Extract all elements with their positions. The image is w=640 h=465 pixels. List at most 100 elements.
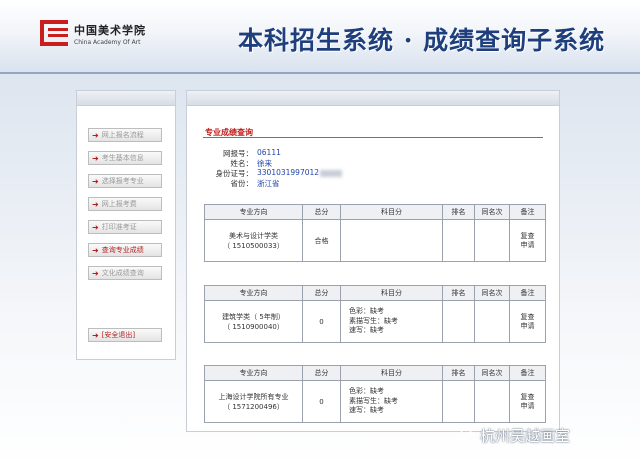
col-header-subjects: 科目分 bbox=[340, 204, 443, 220]
major-cell: 美术与设计学类 （ 1510500033） bbox=[204, 219, 303, 262]
subject-item: 色彩：缺考 bbox=[349, 307, 384, 316]
col-header-same-rank: 同名次 bbox=[474, 365, 510, 381]
col-header-total: 总分 bbox=[302, 365, 341, 381]
same-rank-cell bbox=[474, 300, 510, 343]
sidebar-item-print-admission[interactable]: ➜ 打印准考证 bbox=[88, 220, 162, 234]
col-header-rank: 排名 bbox=[442, 204, 475, 220]
same-rank-cell bbox=[474, 219, 510, 262]
sidebar-item-choose-major[interactable]: ➜ 选择报考专业 bbox=[88, 174, 162, 188]
wechat-icon bbox=[460, 429, 476, 442]
recheck-text: 复查 bbox=[520, 232, 535, 240]
score-table: 专业方向 总分 科目分 排名 同名次 备注 上海设计学院所有专业 （ 15712… bbox=[204, 365, 546, 423]
subject-item: 色彩：缺考 bbox=[349, 387, 384, 396]
main-header-bar bbox=[187, 91, 559, 106]
sidebar-header-bar bbox=[77, 91, 175, 106]
col-header-rank: 排名 bbox=[442, 365, 475, 381]
sidebar-item-culture-scores[interactable]: ➜ 文化成绩查询 bbox=[88, 266, 162, 280]
sidebar-item-label: 选择报考专业 bbox=[101, 177, 144, 185]
sidebar-item-label: 查询专业成绩 bbox=[101, 246, 144, 254]
arrow-right-icon: ➜ bbox=[92, 130, 99, 140]
score-table: 专业方向 总分 科目分 排名 同名次 备注 建筑学类（ 5年制） （ 15109… bbox=[204, 285, 546, 343]
major-name: 美术与设计学类 bbox=[229, 231, 278, 240]
school-logo-icon bbox=[40, 20, 68, 46]
main-panel: 专业成绩查询 网报号： 06111 姓名： 徐来 身份证号： 330103199… bbox=[186, 90, 560, 432]
redacted-mark bbox=[320, 169, 343, 177]
major-code: （ 1510900040） bbox=[223, 322, 284, 331]
recheck-text: 复查 bbox=[520, 313, 535, 321]
col-header-remark: 备注 bbox=[509, 204, 546, 220]
arrow-right-icon: ➜ bbox=[92, 176, 99, 186]
subject-item: 素描写生：缺考 bbox=[349, 396, 398, 405]
col-header-same-rank: 同名次 bbox=[474, 204, 510, 220]
arrow-right-icon: ➜ bbox=[92, 245, 99, 255]
province: 浙江省 bbox=[257, 179, 280, 188]
sidebar-item-registration-process[interactable]: ➜ 网上报名流程 bbox=[88, 128, 162, 142]
logout-button[interactable]: ➜ [安全退出] bbox=[88, 328, 162, 342]
watermark-text: 杭州吴越画室 bbox=[480, 427, 571, 445]
col-header-same-rank: 同名次 bbox=[474, 285, 510, 301]
major-code: （ 1510500033） bbox=[223, 241, 284, 250]
table-header-row: 专业方向 总分 科目分 排名 同名次 备注 bbox=[204, 285, 546, 301]
arrow-right-icon: ➜ bbox=[92, 222, 99, 232]
sidebar-item-label: 网上报名流程 bbox=[101, 131, 144, 139]
subject-scores: 色彩：缺考 素描写生：缺考 速写：缺考 bbox=[340, 380, 443, 423]
apply-text: 申请 bbox=[520, 321, 535, 330]
sidebar-item-payment[interactable]: ➜ 网上报考费 bbox=[88, 197, 162, 211]
subject-scores: 色彩：缺考 素描写生：缺考 速写：缺考 bbox=[340, 300, 443, 343]
col-header-remark: 备注 bbox=[509, 285, 546, 301]
school-name-cn: 中国美术学院 bbox=[74, 24, 146, 37]
table-row: 建筑学类（ 5年制） （ 1510900040） 0 色彩：缺考 素描写生：缺考… bbox=[204, 300, 546, 343]
score-table: 专业方向 总分 科目分 排名 同名次 备注 美术与设计学类 （ 15105000… bbox=[204, 204, 546, 262]
school-logo-text: 中国美术学院 China Academy Of Art bbox=[74, 22, 146, 46]
col-header-subjects: 科目分 bbox=[340, 285, 443, 301]
major-code: （ 1571200496） bbox=[223, 402, 284, 411]
major-cell: 上海设计学院所有专业 （ 1571200496） bbox=[204, 380, 303, 423]
sidebar-item-label: 网上报考费 bbox=[101, 200, 137, 208]
section-divider bbox=[203, 137, 543, 138]
sidebar-item-label: 打印准考证 bbox=[101, 223, 137, 231]
total-score: 0 bbox=[302, 380, 341, 423]
page-title: 本科招生系统 · 成绩查询子系统 bbox=[238, 26, 606, 55]
apply-text: 申请 bbox=[520, 401, 535, 410]
col-header-remark: 备注 bbox=[509, 365, 546, 381]
info-label: 省份： bbox=[230, 179, 254, 188]
id-number-text: 3301031997012 bbox=[257, 168, 320, 177]
recheck-apply-link[interactable]: 复查 申请 bbox=[509, 380, 546, 423]
total-score: 0 bbox=[302, 300, 341, 343]
col-header-total: 总分 bbox=[302, 285, 341, 301]
table-row: 美术与设计学类 （ 1510500033） 合格 复查 申请 bbox=[204, 219, 546, 262]
page-header: 中国美术学院 China Academy Of Art 本科招生系统 · 成绩查… bbox=[0, 0, 640, 74]
major-name: 上海设计学院所有专业 bbox=[218, 392, 289, 401]
recheck-text: 复查 bbox=[520, 393, 535, 401]
subject-item: 速写：缺考 bbox=[349, 406, 384, 415]
col-header-major: 专业方向 bbox=[204, 204, 303, 220]
major-cell: 建筑学类（ 5年制） （ 1510900040） bbox=[204, 300, 303, 343]
sidebar-item-student-info[interactable]: ➜ 考生基本信息 bbox=[88, 151, 162, 165]
col-header-total: 总分 bbox=[302, 204, 341, 220]
logout-label: [安全退出] bbox=[101, 331, 136, 339]
col-header-major: 专业方向 bbox=[204, 365, 303, 381]
total-score: 合格 bbox=[302, 219, 341, 262]
subject-scores bbox=[340, 219, 443, 262]
col-header-major: 专业方向 bbox=[204, 285, 303, 301]
recheck-apply-link[interactable]: 复查 申请 bbox=[509, 300, 546, 343]
rank-cell bbox=[442, 380, 475, 423]
registration-number: 06111 bbox=[257, 148, 281, 157]
rank-cell bbox=[442, 300, 475, 343]
same-rank-cell bbox=[474, 380, 510, 423]
rank-cell bbox=[442, 219, 475, 262]
arrow-right-icon: ➜ bbox=[92, 330, 99, 340]
table-header-row: 专业方向 总分 科目分 排名 同名次 备注 bbox=[204, 365, 546, 381]
watermark: 杭州吴越画室 bbox=[460, 425, 570, 446]
sidebar-item-label: 考生基本信息 bbox=[101, 154, 144, 162]
sidebar-item-label: 文化成绩查询 bbox=[101, 269, 144, 277]
col-header-subjects: 科目分 bbox=[340, 365, 443, 381]
arrow-right-icon: ➜ bbox=[92, 199, 99, 209]
sidebar-item-query-scores[interactable]: ➜ 查询专业成绩 bbox=[88, 243, 162, 257]
arrow-right-icon: ➜ bbox=[92, 268, 99, 278]
arrow-right-icon: ➜ bbox=[92, 153, 99, 163]
recheck-apply-link[interactable]: 复查 申请 bbox=[509, 219, 546, 262]
subject-item: 素描写生：缺考 bbox=[349, 316, 398, 325]
major-name: 建筑学类（ 5年制） bbox=[222, 312, 285, 321]
subject-item: 速写：缺考 bbox=[349, 326, 384, 335]
